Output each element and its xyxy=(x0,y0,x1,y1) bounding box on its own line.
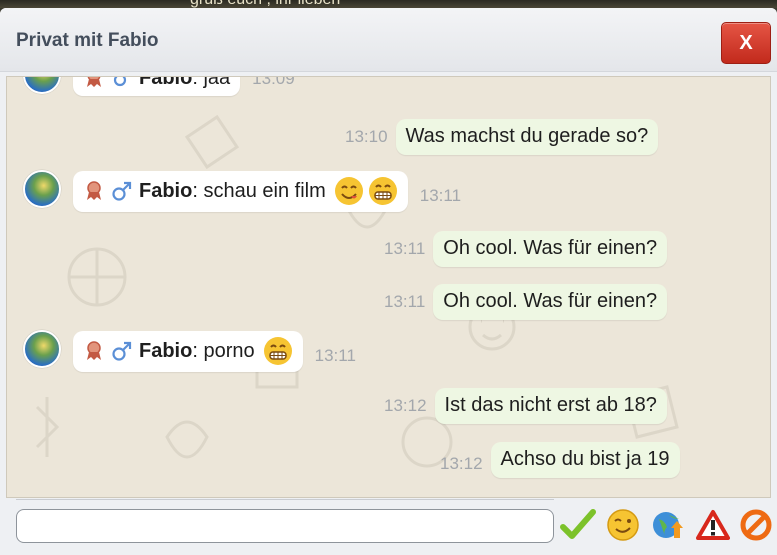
name-separator: : xyxy=(192,339,198,362)
chat-history[interactable]: Fabio: jaa 13:09 13:10 Was machst du ger… xyxy=(6,76,771,498)
incoming-bubble: Fabio: porno xyxy=(73,331,303,372)
message-time: 13:11 xyxy=(384,239,426,258)
smiley-icon xyxy=(607,509,639,541)
sender-name[interactable]: Fabio xyxy=(139,340,192,363)
message-time: 13:09 xyxy=(252,76,295,88)
outgoing-bubble: Oh cool. Was für einen? xyxy=(433,231,668,267)
message-outgoing: 13:11 Oh cool. Was für einen? xyxy=(384,284,668,320)
male-gender-icon xyxy=(111,339,133,363)
message-time: 13:10 xyxy=(345,127,388,146)
report-button[interactable] xyxy=(695,507,731,543)
name-separator: : xyxy=(192,179,198,202)
name-separator: : xyxy=(192,76,198,89)
message-incoming: Fabio: porno 13:11 xyxy=(73,331,356,372)
ribbon-badge-icon xyxy=(83,179,105,203)
block-icon xyxy=(740,509,772,541)
warning-icon xyxy=(696,510,730,540)
avatar[interactable] xyxy=(23,330,61,368)
message-time: 13:12 xyxy=(384,396,427,415)
grin-face-icon xyxy=(368,176,398,206)
globe-icon xyxy=(653,512,683,538)
outgoing-bubble: Achso du bist ja 19 xyxy=(490,442,680,478)
message-outgoing: 13:10 Was machst du gerade so? xyxy=(345,119,659,155)
sender-name[interactable]: Fabio xyxy=(139,77,192,90)
message-text: jaa xyxy=(203,76,231,89)
private-chat-dialog: Privat mit Fabio X Fabio: jaa 13:09 13:… xyxy=(0,8,777,555)
message-time: 13:12 xyxy=(440,454,483,473)
sender-name[interactable]: Fabio xyxy=(139,180,192,203)
dialog-title: Privat mit Fabio xyxy=(16,30,159,51)
message-outgoing: 13:12 Ist das nicht erst ab 18? xyxy=(384,388,667,424)
globe-button[interactable] xyxy=(650,507,686,543)
avatar[interactable] xyxy=(23,170,61,208)
message-text: schau ein film xyxy=(203,179,326,202)
message-composer xyxy=(0,500,777,555)
outgoing-bubble: Ist das nicht erst ab 18? xyxy=(434,388,667,424)
dialog-titlebar: Privat mit Fabio X xyxy=(0,8,777,72)
outgoing-bubble: Was machst du gerade so? xyxy=(395,119,659,155)
message-input[interactable] xyxy=(16,509,554,543)
message-text: porno xyxy=(203,339,255,362)
outgoing-bubble: Oh cool. Was für einen? xyxy=(433,284,668,320)
block-button[interactable] xyxy=(738,507,774,543)
message-incoming: Fabio: jaa 13:09 xyxy=(73,76,295,96)
ribbon-badge-icon xyxy=(83,77,105,90)
message-outgoing: 13:11 Oh cool. Was für einen? xyxy=(384,231,668,267)
message-incoming: Fabio: schau ein film 13:11 xyxy=(73,171,461,212)
incoming-bubble: Fabio: schau ein film xyxy=(73,171,408,212)
background-text: gruß euch , ihr lieben xyxy=(190,0,340,8)
send-button[interactable] xyxy=(560,507,596,543)
emoji-button[interactable] xyxy=(605,507,641,543)
grin-face-icon xyxy=(263,336,293,366)
yum-face-icon xyxy=(334,176,364,206)
male-gender-icon xyxy=(111,77,133,90)
ribbon-badge-icon xyxy=(83,339,105,363)
close-button[interactable]: X xyxy=(721,22,771,64)
checkmark-icon xyxy=(560,509,596,539)
incoming-bubble: Fabio: jaa xyxy=(73,76,241,96)
message-time: 13:11 xyxy=(384,292,426,311)
message-time: 13:11 xyxy=(419,185,462,205)
male-gender-icon xyxy=(111,179,133,203)
background-page-strip: gruß euch , ihr lieben xyxy=(0,0,777,8)
message-time: 13:11 xyxy=(314,345,356,365)
message-outgoing: 13:12 Achso du bist ja 19 xyxy=(440,442,680,478)
